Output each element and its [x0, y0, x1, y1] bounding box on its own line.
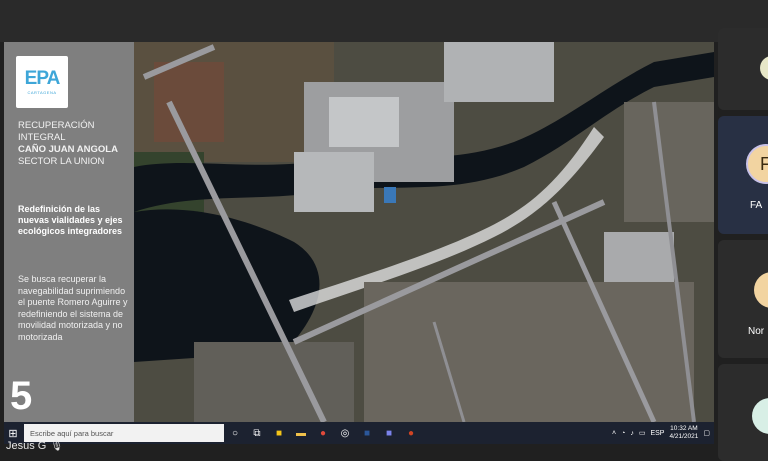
avatar — [760, 56, 768, 80]
network-icon[interactable]: ◔ — [621, 430, 625, 437]
logo-text: EPA — [24, 68, 61, 89]
slide-number: 5 — [10, 374, 33, 418]
file-explorer-icon[interactable]: ▬ — [290, 422, 312, 444]
participant-tile-1[interactable] — [718, 28, 768, 110]
map-roof-1 — [329, 97, 399, 147]
title-line-2: INTEGRAL — [18, 132, 66, 143]
participant-name: Jesus G — [6, 440, 47, 452]
title-line-4: SECTOR LA UNION — [18, 156, 105, 167]
map-building-cluster-2 — [444, 42, 554, 102]
title-line-1: RECUPERACIÓN — [18, 120, 95, 131]
clock-date: 4/21/2021 — [669, 433, 699, 440]
sticky-notes-icon[interactable]: ■ — [268, 422, 290, 444]
chevron-up-icon[interactable]: ˄ — [612, 430, 616, 437]
avatar — [752, 398, 768, 434]
taskbar-search-placeholder: Escribe aquí para buscar — [30, 428, 114, 438]
participant-tile-3[interactable]: Nor — [718, 240, 768, 358]
app-icon[interactable]: ◎ — [334, 422, 356, 444]
aerial-map-image — [134, 42, 714, 422]
taskbar-clock[interactable]: 10:32 AM 4/21/2021 — [669, 425, 698, 441]
volume-icon[interactable]: ♪ — [630, 430, 634, 437]
participant-tile-2[interactable]: F FA — [718, 116, 768, 234]
language-indicator[interactable]: ESP — [650, 430, 664, 437]
cortana-icon[interactable]: ○ — [224, 422, 246, 444]
shared-screen: EPA CARTAGENA RECUPERACIÓN INTEGRAL CAÑO… — [4, 42, 714, 444]
microphone-muted-icon: 🎙︎ — [50, 440, 64, 452]
slide-subtitle: Redefinición de las nuevas vialidades y … — [18, 204, 123, 236]
participant-name-label: Jesus G 🎙︎ — [6, 440, 63, 452]
participant-tile-label: Nor — [748, 326, 765, 337]
map-roof-2 — [294, 152, 374, 212]
map-brown-field — [154, 62, 224, 142]
windows-taskbar: ⊞ Escribe aquí para buscar ○ ⧉ ■ ▬ ● ◎ ■… — [4, 422, 714, 444]
avatar — [754, 272, 768, 308]
participant-initial: F — [760, 154, 768, 174]
participant-tile-label: FA — [750, 200, 763, 211]
map-pool — [384, 187, 396, 203]
battery-icon[interactable]: ▭ — [639, 429, 646, 437]
notifications-icon[interactable]: ▢ — [703, 429, 710, 437]
epa-logo: EPA CARTAGENA — [16, 56, 68, 108]
slide-title: RECUPERACIÓN INTEGRAL CAÑO JUAN ANGOLA S… — [18, 120, 130, 168]
clock-time: 10:32 AM — [670, 425, 698, 432]
title-line-3: CAÑO JUAN ANGOLA — [18, 144, 118, 155]
participants-sidebar: F FA Nor — [718, 28, 768, 461]
participant-tile-4[interactable] — [718, 364, 768, 461]
word-icon[interactable]: ■ — [356, 422, 378, 444]
slide-text-panel: EPA CARTAGENA RECUPERACIÓN INTEGRAL CAÑO… — [4, 42, 134, 422]
chrome-icon[interactable]: ● — [312, 422, 334, 444]
map-southwest-neighborhood — [194, 342, 354, 422]
logo-subtext: CARTAGENA — [27, 90, 57, 95]
meeting-window: EPA CARTAGENA RECUPERACIÓN INTEGRAL CAÑO… — [0, 0, 768, 461]
meeting-top-bar — [0, 0, 768, 42]
teams-icon[interactable]: ■ — [378, 422, 400, 444]
powerpoint-icon[interactable]: ● — [400, 422, 422, 444]
slide-body: Se busca recuperar la navegabilidad supr… — [18, 274, 128, 342]
map-east-neighborhood — [624, 102, 714, 222]
task-view-icon[interactable]: ⧉ — [246, 422, 268, 444]
system-tray: ˄ ◔ ♪ ▭ ESP 10:32 AM 4/21/2021 ▢ — [612, 425, 714, 441]
